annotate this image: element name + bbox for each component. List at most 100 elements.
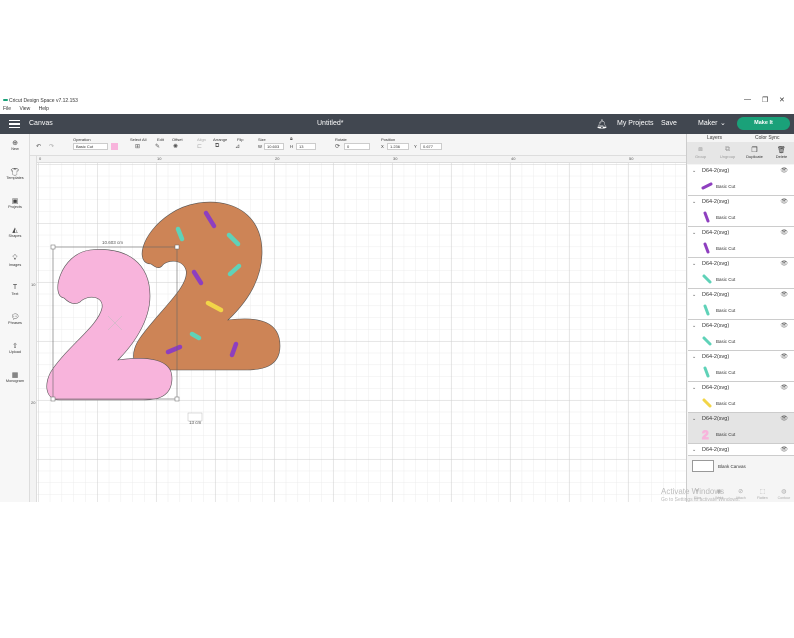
- arrange-icon[interactable]: ⧉: [215, 143, 219, 150]
- offset-icon[interactable]: ✺: [173, 143, 178, 150]
- redo-icon[interactable]: ↷: [49, 143, 54, 150]
- eye-icon[interactable]: 👁︎: [780, 198, 788, 205]
- eye-icon[interactable]: 👁︎: [780, 260, 788, 267]
- eye-icon[interactable]: 👁︎: [780, 446, 788, 453]
- group-icon: ⧈: [698, 146, 703, 153]
- duplicate-button[interactable]: ❐ Duplicate: [741, 146, 768, 159]
- minimize-button[interactable]: —: [744, 96, 751, 103]
- edit-icon[interactable]: ✎: [155, 143, 160, 150]
- design-canvas[interactable]: 10.603 cm 13 cm: [30, 156, 686, 502]
- eye-icon[interactable]: 👁︎: [780, 291, 788, 298]
- layer-thumbnail: [703, 242, 710, 254]
- folder-icon: ▣: [11, 198, 19, 205]
- text-icon: T: [12, 284, 18, 291]
- menu-file[interactable]: File: [3, 106, 11, 112]
- my-projects-link[interactable]: My Projects: [617, 120, 654, 127]
- selection-handle-tr[interactable]: [174, 244, 180, 250]
- pos-y-input[interactable]: 0.677: [420, 143, 442, 150]
- eye-icon[interactable]: 👁︎: [780, 167, 788, 174]
- lock-icon[interactable]: 🔒︎: [290, 136, 293, 142]
- layer-row[interactable]: ⌄ D64-2(svg) 👁︎ Basic Cut: [688, 289, 794, 320]
- selection-handle-br[interactable]: [174, 396, 180, 402]
- undo-icon[interactable]: ↶: [36, 143, 41, 150]
- chevron-down-icon[interactable]: ⌄: [692, 416, 696, 422]
- make-it-button[interactable]: Make It: [737, 117, 790, 130]
- chevron-down-icon[interactable]: ⌄: [692, 385, 696, 391]
- chevron-down-icon[interactable]: ⌄: [692, 168, 696, 174]
- flip-icon[interactable]: ⊿: [235, 143, 240, 150]
- machine-select[interactable]: Maker: [698, 120, 717, 127]
- selection-handle-bl[interactable]: [50, 396, 56, 402]
- save-button[interactable]: Save: [661, 120, 677, 127]
- eye-icon[interactable]: 👁︎: [780, 322, 788, 329]
- layer-row[interactable]: ⌄ D64-2(svg) 👁︎ 2 Basic Cut: [688, 413, 794, 444]
- eye-icon[interactable]: 👁︎: [780, 415, 788, 422]
- layer-name: D64-2(svg): [702, 261, 730, 267]
- sidebar-item-label: Text: [11, 292, 19, 296]
- layer-row[interactable]: ⌄ D64-2(svg) 👁︎ Basic Cut: [688, 258, 794, 289]
- sidebar-item-text[interactable]: T Text: [0, 284, 30, 296]
- sidebar-item-projects[interactable]: ▣ Projects: [0, 197, 30, 209]
- width-input[interactable]: 10.603: [264, 143, 284, 150]
- chevron-down-icon[interactable]: ⌄: [692, 323, 696, 329]
- delete-button[interactable]: 🗑︎ Delete: [768, 146, 794, 159]
- edit-toolbar: ↶ ↷ Operation Basic Cut Select All ⊞ Edi…: [0, 134, 686, 156]
- layer-row[interactable]: ⌄ D64-2(svg) 👁︎ Basic Cut: [688, 382, 794, 413]
- donut-two-shape[interactable]: [133, 201, 281, 371]
- chevron-down-icon[interactable]: ⌄: [692, 261, 696, 267]
- maximize-button[interactable]: ❐: [762, 96, 768, 104]
- tab-color-sync[interactable]: Color Sync: [755, 135, 779, 141]
- eye-icon[interactable]: 👁︎: [780, 353, 788, 360]
- chevron-down-icon[interactable]: ⌄: [692, 292, 696, 298]
- height-input[interactable]: 13: [296, 143, 316, 150]
- chevron-down-icon[interactable]: ⌄: [692, 354, 696, 360]
- chevron-down-icon[interactable]: ⌄: [692, 199, 696, 205]
- selection-handle-tl[interactable]: [50, 244, 56, 250]
- layer-row[interactable]: ⌄ D64-2(svg) 👁︎ Basic Cut: [688, 165, 794, 196]
- layer-name: D64-2(svg): [702, 447, 730, 453]
- menu-help[interactable]: Help: [39, 106, 49, 112]
- rotate-input[interactable]: 0: [344, 143, 370, 150]
- sidebar-item-phrases[interactable]: 💬︎ Phrases: [0, 313, 30, 325]
- group-button[interactable]: ⧈ Group: [687, 146, 714, 159]
- width-dimension-label: 10.603 cm: [102, 240, 124, 245]
- eye-icon[interactable]: 👁︎: [780, 229, 788, 236]
- chevron-down-icon[interactable]: ⌄: [692, 230, 696, 236]
- sidebar-item-templates[interactable]: 👕︎ Templates: [0, 168, 30, 180]
- sidebar-item-upload[interactable]: ⇧ Upload: [0, 342, 30, 354]
- tab-layers[interactable]: Layers: [707, 135, 722, 141]
- sidebar-item-shapes[interactable]: ◭ Shapes: [0, 226, 30, 238]
- flatten-button[interactable]: ⬚ Flatten: [752, 488, 773, 500]
- rotate-label: Rotate: [335, 137, 347, 142]
- eye-icon[interactable]: 👁︎: [780, 384, 788, 391]
- group-label: Group: [694, 154, 707, 159]
- layer-name: D64-2(svg): [702, 416, 730, 422]
- sidebar-item-monogram[interactable]: ▦ Monogram: [0, 371, 30, 383]
- layer-row[interactable]: ⌄ D64-2(svg) 👁︎ Basic Cut: [688, 196, 794, 227]
- operation-select[interactable]: Basic Cut: [73, 143, 108, 150]
- contour-button[interactable]: ◍ Contour: [773, 488, 794, 500]
- select-all-icon[interactable]: ⊞: [135, 143, 140, 150]
- menu-view[interactable]: View: [19, 106, 30, 112]
- sidebar-item-images[interactable]: 💡︎ Images: [0, 255, 30, 267]
- color-swatch[interactable]: [111, 143, 118, 150]
- pos-x-input[interactable]: 1.236: [387, 143, 409, 150]
- layer-row[interactable]: ⌄ D64-2(svg) 👁︎: [688, 444, 794, 456]
- layer-row[interactable]: ⌄ D64-2(svg) 👁︎ Basic Cut: [688, 320, 794, 351]
- ungroup-button[interactable]: ⧉ Ungroup: [714, 146, 741, 159]
- close-button[interactable]: ✕: [779, 96, 785, 104]
- chevron-down-icon[interactable]: ⌄: [692, 447, 696, 453]
- layer-row[interactable]: ⌄ D64-2(svg) 👁︎ Basic Cut: [688, 227, 794, 258]
- bell-icon[interactable]: 🔔︎: [596, 119, 607, 130]
- blank-canvas-row[interactable]: Blank Canvas: [688, 460, 794, 472]
- layer-row[interactable]: ⌄ D64-2(svg) 👁︎ Basic Cut: [688, 351, 794, 382]
- chevron-down-icon[interactable]: ⌄: [720, 119, 726, 127]
- rotate-icon[interactable]: ⟳: [335, 143, 340, 150]
- ruler-tick-label: 20: [31, 400, 36, 405]
- align-icon[interactable]: ⊏: [197, 143, 202, 150]
- sidebar-item-new[interactable]: ⊕ New: [0, 139, 30, 151]
- layer-thumbnail: [702, 398, 712, 408]
- ruler-tick-label: 50: [629, 156, 634, 161]
- layer-name: D64-2(svg): [702, 385, 730, 391]
- hamburger-menu-icon[interactable]: [9, 120, 20, 129]
